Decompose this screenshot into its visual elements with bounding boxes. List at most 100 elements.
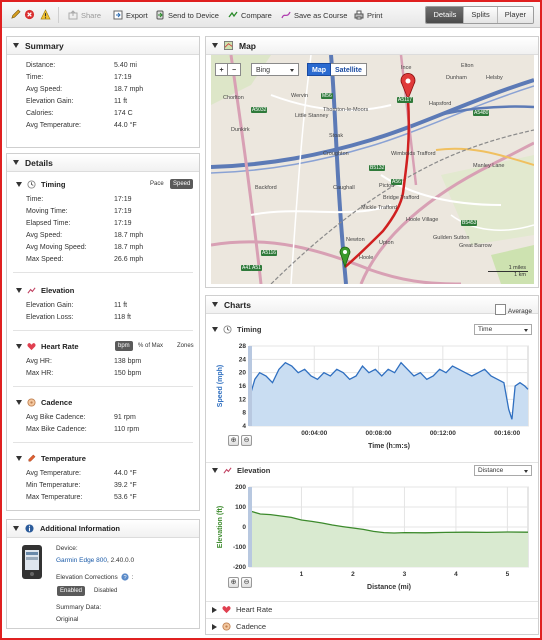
tab-splits[interactable]: Splits: [463, 7, 497, 23]
y-tick-label: 200: [235, 484, 246, 491]
expand-arrow-icon: [212, 606, 217, 613]
summary-title: Summary: [25, 40, 64, 51]
zoom-in-chart-button[interactable]: ⊕: [228, 435, 239, 446]
zoom-out-chart-button[interactable]: ⊖: [241, 435, 252, 446]
timing-row: Max Speed: 26.6 mph: [26, 256, 144, 263]
charts-header[interactable]: Charts: [206, 296, 538, 314]
save-as-course-button[interactable]: Save as Course: [281, 8, 347, 22]
map-place-label: Stoak: [329, 133, 344, 139]
warning-icon[interactable]: [40, 9, 51, 20]
zones-toggle[interactable]: Zones: [174, 341, 197, 351]
timing-row: Avg Speed: 18.7 mph: [26, 232, 144, 239]
map-road-label: A5480: [473, 110, 490, 116]
heart-icon: [222, 606, 231, 614]
map-road-label: A5117: [397, 97, 414, 103]
timing-row: Time: 17:19: [26, 196, 132, 203]
details-title: Details: [25, 157, 53, 168]
collapse-arrow-icon: [212, 468, 218, 473]
map-place-label: Wervin: [291, 93, 309, 99]
compare-button[interactable]: Compare: [228, 8, 272, 22]
map-place-label: Great Barrow: [459, 243, 492, 249]
export-button[interactable]: Export: [113, 8, 148, 22]
percent-max-toggle[interactable]: % of Max: [135, 341, 166, 351]
timing-x-select[interactable]: Time: [474, 324, 532, 335]
cadence-row: Max Bike Cadence: 110 rpm: [26, 426, 140, 433]
summary-header[interactable]: Summary: [7, 37, 199, 55]
map-type-map[interactable]: Map: [307, 63, 331, 76]
tab-details[interactable]: Details: [426, 7, 464, 23]
x-tick-label: 3: [403, 571, 407, 578]
map-view[interactable]: Thornton-le-Moors Wervin Stoak Croughton Pic…: [211, 55, 534, 284]
map-header[interactable]: Map: [206, 37, 538, 55]
help-icon[interactable]: ?: [121, 573, 129, 581]
collapse-arrow-icon: [13, 526, 19, 531]
map-place-label: Newton: [346, 237, 365, 243]
elevation-row: Elevation Loss: 118 ft: [26, 314, 131, 321]
timing-row: Moving Time: 17:19: [26, 208, 132, 215]
map-place-label: Helsby: [486, 75, 503, 81]
cadence-icon: [222, 622, 231, 631]
elevation-x-select[interactable]: Distance: [474, 465, 532, 476]
share-button[interactable]: Share: [68, 8, 101, 22]
expand-arrow-icon: [212, 623, 217, 630]
disabled-toggle[interactable]: Disabled: [91, 586, 120, 596]
details-panel: Details Timing Pace Speed Time: 17:19 Mov…: [6, 153, 200, 511]
device-name-link[interactable]: Garmin Edge 800: [56, 557, 107, 564]
delete-icon[interactable]: [24, 9, 35, 20]
zoom-in-chart-button[interactable]: ⊕: [228, 577, 239, 588]
elevation-section-header[interactable]: Elevation: [16, 284, 74, 296]
average-checkbox-wrap: Average: [494, 304, 532, 315]
speed-chart: 4 8 12 16 20 24 28 00:04:00 00:08:00 00:12:00 00:1…: [217, 343, 529, 450]
range-slider: [248, 487, 252, 567]
send-to-device-button[interactable]: Send to Device: [155, 8, 219, 22]
map-place-label: Little Stanney: [295, 113, 329, 119]
collapse-arrow-icon: [13, 160, 19, 165]
device-label: Device:: [56, 545, 78, 552]
map-place-label: Chorlton: [223, 95, 244, 101]
device-info: Garmin Edge 800, 2.40.0.0: [56, 557, 134, 564]
speed-toggle[interactable]: Speed: [170, 179, 194, 189]
view-tabs: Details Splits Player: [425, 6, 534, 24]
toolbar-separator: [58, 7, 59, 23]
zoom-controls: + −: [215, 63, 241, 76]
zoom-in-button[interactable]: +: [215, 63, 228, 76]
enabled-toggle[interactable]: Enabled: [57, 586, 86, 596]
x-tick-label: 4: [454, 571, 458, 578]
edit-pencil-icon[interactable]: [10, 9, 21, 20]
heart-rate-section-header[interactable]: Heart Rate: [16, 340, 79, 352]
heart-rate-chart-header[interactable]: Heart Rate: [206, 601, 538, 617]
cadence-row: Avg Bike Cadence: 91 rpm: [26, 414, 136, 421]
additional-info-panel: Additional Information Device: Garmin Ed…: [6, 519, 200, 629]
heart-icon: [27, 342, 36, 350]
map-type-satellite[interactable]: Satellite: [331, 63, 367, 76]
bpm-toggle[interactable]: bpm: [115, 341, 133, 351]
pace-toggle[interactable]: Pace: [147, 179, 167, 189]
timing-row: Avg Moving Speed: 18.7 mph: [26, 244, 144, 251]
map-provider-select[interactable]: Bing: [251, 63, 299, 76]
device-version: , 2.40.0.0: [106, 557, 135, 564]
collapse-arrow-icon: [13, 43, 19, 48]
map-type-toggle: Map Satellite: [307, 63, 367, 76]
cadence-section-header[interactable]: Cadence: [16, 396, 72, 408]
cadence-icon: [27, 397, 36, 407]
timing-section-header[interactable]: Timing: [16, 178, 65, 190]
cadence-chart-header[interactable]: Cadence: [206, 618, 538, 634]
section-divider: [13, 386, 193, 387]
print-button[interactable]: Print: [354, 8, 382, 22]
map-place-label: Bridge Trafford: [383, 195, 420, 201]
zoom-out-chart-button[interactable]: ⊖: [241, 577, 252, 588]
tab-player[interactable]: Player: [496, 7, 533, 23]
send-device-icon: [156, 10, 164, 20]
additional-info-header[interactable]: Additional Information: [7, 520, 199, 538]
y-tick-label: 16: [239, 383, 247, 390]
temperature-section-header[interactable]: Temperature: [16, 452, 86, 464]
y-tick-label: 20: [239, 370, 247, 377]
x-tick-label: 00:16:00: [494, 430, 520, 437]
map-road-label: B5453: [461, 220, 478, 226]
zoom-out-button[interactable]: −: [228, 63, 241, 76]
clock-icon: [223, 324, 232, 334]
x-tick-label: 00:08:00: [366, 430, 392, 437]
section-divider: [13, 330, 193, 331]
details-header[interactable]: Details: [7, 154, 199, 172]
average-checkbox[interactable]: [494, 304, 506, 315]
